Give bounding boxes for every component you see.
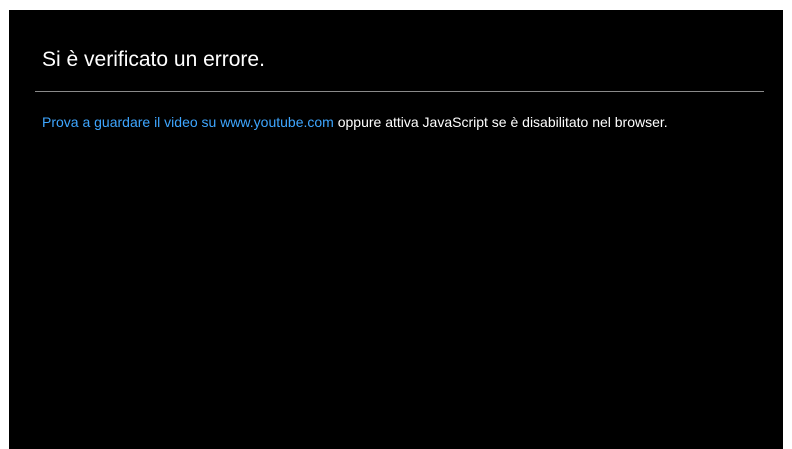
error-title: Si è verificato un errore. bbox=[42, 48, 265, 71]
youtube-link[interactable]: Prova a guardare il video su www.youtube… bbox=[42, 114, 334, 130]
title-divider bbox=[35, 91, 764, 92]
error-message: Prova a guardare il video su www.youtube… bbox=[42, 114, 732, 130]
video-player-error-screen: Si è verificato un errore. Prova a guard… bbox=[9, 10, 783, 449]
error-message-rest: oppure attiva JavaScript se è disabilita… bbox=[333, 114, 668, 130]
